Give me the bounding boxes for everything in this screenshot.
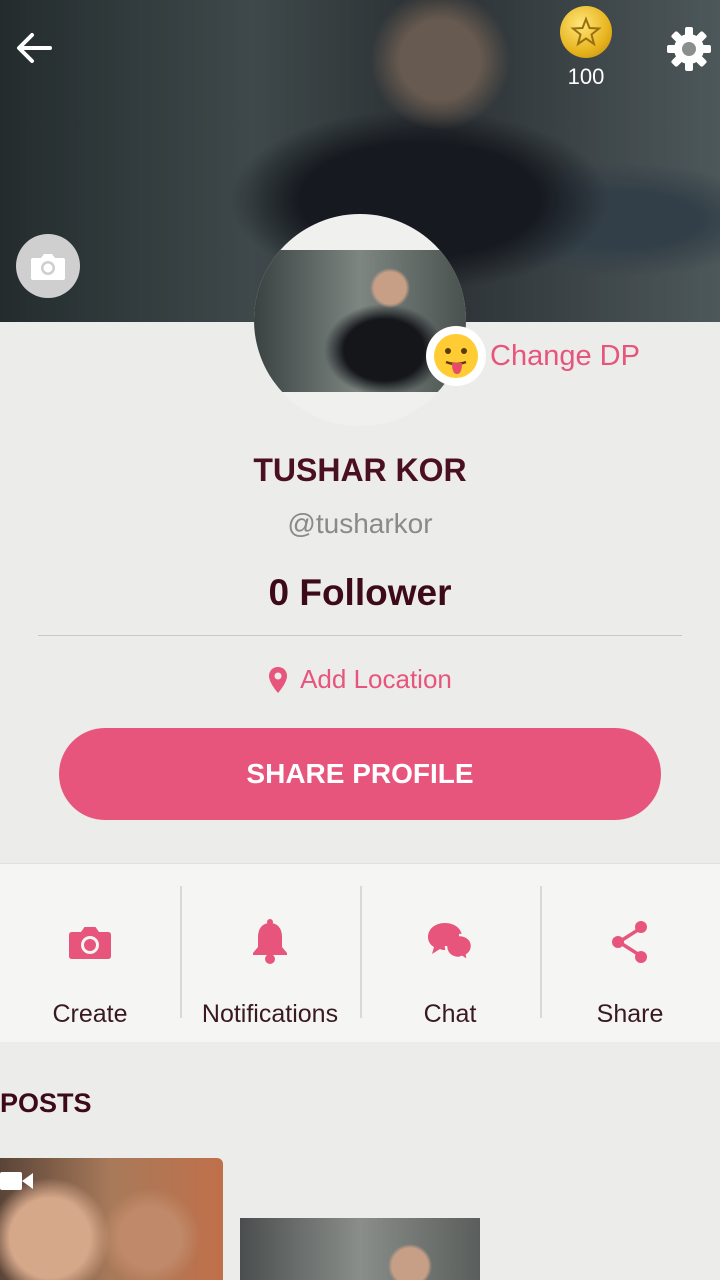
follower-count[interactable]: 0 Follower	[0, 572, 720, 614]
camera-icon	[67, 916, 113, 968]
chat-button[interactable]: Chat	[360, 864, 540, 1042]
video-camera-icon	[0, 1172, 33, 1190]
back-button[interactable]	[12, 26, 56, 70]
share-icon	[610, 916, 650, 968]
divider	[38, 635, 682, 636]
back-arrow-icon	[17, 33, 52, 63]
star-icon	[570, 16, 602, 47]
location-pin-icon	[269, 666, 288, 693]
notifications-label: Notifications	[201, 1000, 339, 1028]
change-dp-button[interactable]: Change DP	[426, 322, 640, 390]
bell-icon	[251, 916, 289, 968]
post-thumbnail[interactable]	[0, 1158, 223, 1280]
tongue-emoji-icon	[426, 326, 486, 386]
posts-heading: POSTS	[0, 1088, 92, 1118]
add-location-label: Add Location	[300, 664, 452, 694]
profile-name: TUSHAR KOR	[253, 452, 467, 488]
camera-icon	[31, 254, 65, 280]
change-dp-label: Change DP	[490, 339, 640, 372]
avatar[interactable]	[254, 214, 466, 426]
share-label: Share	[596, 1000, 664, 1028]
coin-count: 100	[567, 64, 605, 89]
create-button[interactable]: Create	[0, 864, 180, 1042]
chat-label: Chat	[423, 1000, 477, 1028]
notifications-button[interactable]: Notifications	[180, 864, 360, 1042]
create-label: Create	[52, 1000, 128, 1028]
gear-icon	[667, 27, 711, 71]
post-thumbnail[interactable]	[240, 1218, 480, 1280]
settings-button[interactable]	[664, 24, 714, 74]
add-location-button[interactable]: Add Location	[0, 664, 720, 695]
action-bar: Create Notifications Chat Share	[0, 863, 720, 1042]
chat-bubbles-icon	[427, 916, 473, 968]
coin-icon[interactable]	[560, 6, 612, 58]
profile-handle: @tusharkor	[287, 508, 433, 539]
share-button[interactable]: Share	[540, 864, 720, 1042]
share-profile-button[interactable]: SHARE PROFILE	[59, 728, 661, 820]
change-cover-button[interactable]	[16, 234, 80, 298]
